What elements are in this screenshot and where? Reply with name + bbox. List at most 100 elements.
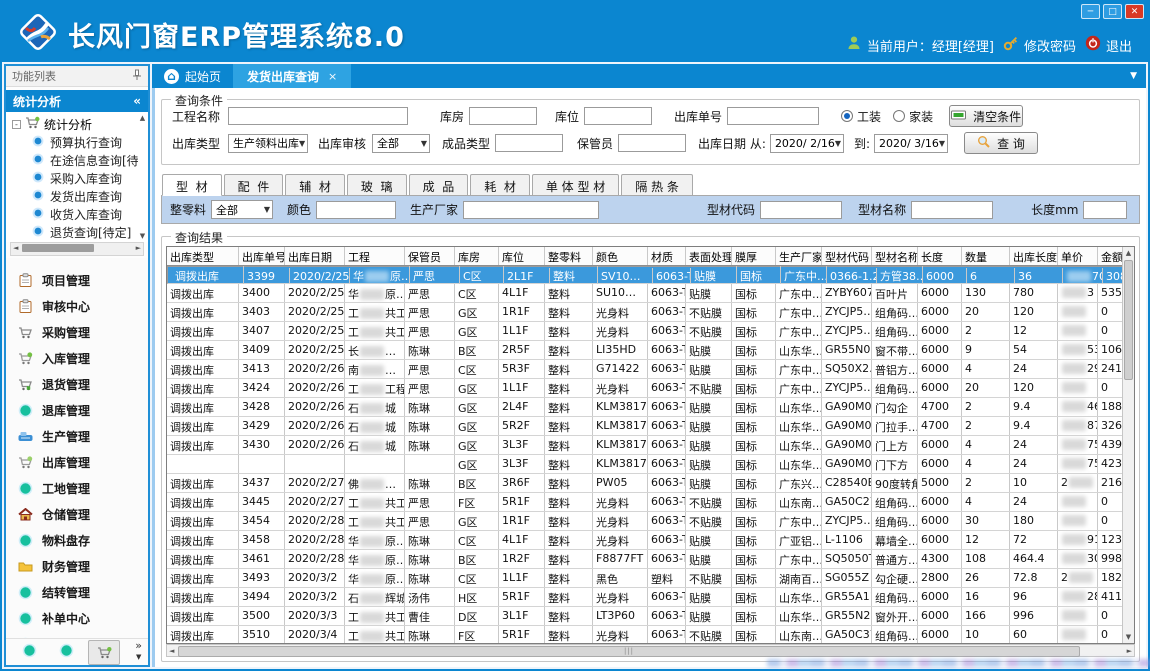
table-row[interactable]: 调拨出库34372020/2/27佛…陈琳B区3R6F整料PW056063-T5… bbox=[167, 474, 1134, 493]
tab-home[interactable]: ⌂ 起始页 bbox=[152, 64, 233, 88]
scrollbar-thumb[interactable] bbox=[1124, 260, 1133, 380]
scroll-down-icon[interactable]: ▼ bbox=[140, 232, 145, 240]
column-header[interactable]: 材质 bbox=[648, 247, 686, 265]
table-row[interactable]: 调拨出库34092020/2/25长…陈琳B区2R5F整料LI35HD6063-… bbox=[167, 341, 1134, 360]
column-header[interactable]: 库位 bbox=[499, 247, 545, 265]
tree-item[interactable]: 收货入库查询 bbox=[12, 205, 138, 223]
tree-root[interactable]: - 统计分析 bbox=[12, 115, 138, 133]
product-type-input[interactable] bbox=[495, 134, 563, 152]
table-row[interactable]: 调拨出库34002020/2/25华原…严思C区4L1F整料SU10…6063-… bbox=[167, 284, 1134, 303]
sidebar-item[interactable]: 项目管理 bbox=[6, 267, 148, 293]
sidebar-item[interactable]: 退货管理 bbox=[6, 371, 148, 397]
table-row[interactable]: 调拨出库34132020/2/26南…严思C区5R3F整料G714226063-… bbox=[167, 360, 1134, 379]
column-header[interactable]: 型材代码 bbox=[822, 247, 872, 265]
sidebar-item[interactable]: 财务管理 bbox=[6, 553, 148, 579]
collapse-icon[interactable]: « bbox=[133, 94, 141, 108]
table-row[interactable]: 调拨出库34582020/2/28华原…陈琳C区4L1F整料光身料6063-T5… bbox=[167, 531, 1134, 550]
expander-icon[interactable]: - bbox=[12, 120, 21, 129]
scroll-left-icon[interactable]: ◄ bbox=[169, 645, 174, 657]
scroll-down-icon[interactable]: ▼ bbox=[1123, 632, 1134, 643]
column-header[interactable]: 长度 bbox=[918, 247, 962, 265]
search-button[interactable]: 查 询 bbox=[964, 132, 1038, 154]
table-row[interactable]: 调拨出库34282020/2/26石城陈琳G区2L4F整料KLM38176063… bbox=[167, 398, 1134, 417]
column-header[interactable]: 出库类型 bbox=[167, 247, 239, 265]
scroll-up-icon[interactable]: ▲ bbox=[140, 114, 145, 122]
material-tab[interactable]: 成 品 bbox=[409, 174, 469, 196]
warehouse-input[interactable] bbox=[469, 107, 537, 125]
column-header[interactable]: 出库单号 bbox=[239, 247, 285, 265]
tab-shipment-query[interactable]: 发货出库查询 × bbox=[233, 64, 351, 88]
minimize-button[interactable]: ─ bbox=[1081, 4, 1100, 19]
tree-item[interactable]: 采购入库查询 bbox=[12, 169, 138, 187]
close-button[interactable]: ✕ bbox=[1125, 4, 1144, 19]
logout-button[interactable]: 退出 bbox=[1085, 35, 1132, 55]
column-header[interactable]: 库房 bbox=[455, 247, 499, 265]
tree-horizontal-scrollbar[interactable]: ◄ ► bbox=[10, 242, 144, 256]
sidebar-item[interactable]: 采购管理 bbox=[6, 319, 148, 345]
clear-conditions-button[interactable]: 清空条件 bbox=[949, 105, 1023, 127]
profile-name-input[interactable] bbox=[911, 201, 993, 219]
radio-gongzhuang[interactable] bbox=[841, 110, 853, 122]
color-input[interactable] bbox=[316, 201, 396, 219]
sidebar-item[interactable]: 仓储管理 bbox=[6, 501, 148, 527]
column-header[interactable]: 膜厚 bbox=[732, 247, 776, 265]
table-row[interactable]: 调拨出库34612020/2/28华原…陈琳B区1R2F整料F8877FT606… bbox=[167, 550, 1134, 569]
pin-icon[interactable] bbox=[132, 69, 142, 84]
column-header[interactable]: 整零料 bbox=[545, 247, 593, 265]
material-tab[interactable]: 隔 热 条 bbox=[621, 174, 693, 196]
material-tab[interactable]: 型 材 bbox=[162, 174, 222, 196]
audit-select[interactable]: 全部▼ bbox=[372, 134, 430, 153]
sidebar-item[interactable]: 补单中心 bbox=[6, 605, 148, 631]
table-row[interactable]: 调拨出库34072020/2/25工共工程严思G区1L1F整料光身料6063-T… bbox=[167, 322, 1134, 341]
column-header[interactable]: 单价 bbox=[1058, 247, 1098, 265]
column-header[interactable]: 表面处理 bbox=[686, 247, 732, 265]
sidebar-item[interactable]: 退库管理 bbox=[6, 397, 148, 423]
date-from-select[interactable]: 2020/ 2/16▼ bbox=[770, 134, 844, 153]
tree-item[interactable]: 预算执行查询 bbox=[12, 133, 138, 151]
vertical-scrollbar[interactable]: ▲ ▼ bbox=[1122, 247, 1134, 643]
table-row[interactable]: 调拨出库34032020/2/25工共工程严思G区1R1F整料光身料6063-T… bbox=[167, 303, 1134, 322]
table-row[interactable]: 调拨出库34242020/2/26工工程严思G区1L1F整料光身料6063-T5… bbox=[167, 379, 1134, 398]
table-row[interactable]: 调拨出库34542020/2/28工共工程严思G区1R1F整料光身料6063-T… bbox=[167, 512, 1134, 531]
material-tab[interactable]: 辅 材 bbox=[285, 174, 345, 196]
scrollbar-thumb[interactable] bbox=[22, 244, 94, 252]
column-header[interactable]: 生产厂家 bbox=[776, 247, 822, 265]
tree-item[interactable]: 发货出库查询 bbox=[12, 187, 138, 205]
more-button[interactable]: »▼ bbox=[135, 641, 142, 662]
column-header[interactable]: 颜色 bbox=[593, 247, 648, 265]
sidebar-item[interactable]: 出库管理 bbox=[6, 449, 148, 475]
date-to-select[interactable]: 2020/ 3/16▼ bbox=[874, 134, 948, 153]
sidebar-item[interactable]: 物料盘存 bbox=[6, 527, 148, 553]
scroll-left-icon[interactable]: ◄ bbox=[13, 243, 18, 254]
change-password-button[interactable]: 修改密码 bbox=[1003, 35, 1076, 55]
material-tab[interactable]: 耗 材 bbox=[470, 174, 530, 196]
manufacturer-input[interactable] bbox=[463, 201, 599, 219]
whole-piece-select[interactable]: 全部▼ bbox=[211, 200, 273, 219]
sidebar-item[interactable]: 结转管理 bbox=[6, 579, 148, 605]
sidebar-item[interactable]: 审核中心 bbox=[6, 293, 148, 319]
material-tab[interactable]: 单 体 型 材 bbox=[532, 174, 619, 196]
outbound-type-select[interactable]: 生产领料出库▼ bbox=[228, 134, 308, 153]
keeper-input[interactable] bbox=[618, 134, 686, 152]
order-no-input[interactable] bbox=[727, 107, 819, 125]
teal-dot-icon[interactable] bbox=[22, 643, 37, 661]
sidebar-item[interactable]: 报废管理 bbox=[6, 631, 148, 638]
teal-dot-icon[interactable] bbox=[59, 643, 74, 661]
length-input[interactable] bbox=[1083, 201, 1127, 219]
material-tab[interactable]: 玻 璃 bbox=[347, 174, 407, 196]
column-header[interactable]: 保管员 bbox=[405, 247, 455, 265]
sidebar-item[interactable]: 生产管理 bbox=[6, 423, 148, 449]
location-input[interactable] bbox=[584, 107, 652, 125]
scroll-right-icon[interactable]: ► bbox=[136, 243, 141, 254]
table-row[interactable]: G区3L3F整料KLM38176063-T5贴膜国标山东华…GA90M09.门下… bbox=[167, 455, 1134, 474]
table-row[interactable]: 调拨出库33992020/2/25华原…严思C区2L1F整料SV10…6063-… bbox=[167, 266, 1134, 284]
table-row[interactable]: 调拨出库34932020/3/2华原…陈琳C区1L1F整料黑色塑料不贴膜国标湖南… bbox=[167, 569, 1134, 588]
profile-code-input[interactable] bbox=[760, 201, 842, 219]
sidebar-item[interactable]: 工地管理 bbox=[6, 475, 148, 501]
sidebar-item[interactable]: 入库管理 bbox=[6, 345, 148, 371]
table-row[interactable]: 调拨出库34302020/2/26石城陈琳G区3L3F整料KLM38176063… bbox=[167, 436, 1134, 455]
sidebar-section-statistics[interactable]: 统计分析 « bbox=[6, 90, 148, 112]
maximize-button[interactable]: □ bbox=[1103, 4, 1122, 19]
scroll-up-icon[interactable]: ▲ bbox=[1123, 247, 1134, 258]
column-header[interactable]: 出库日期 bbox=[285, 247, 345, 265]
